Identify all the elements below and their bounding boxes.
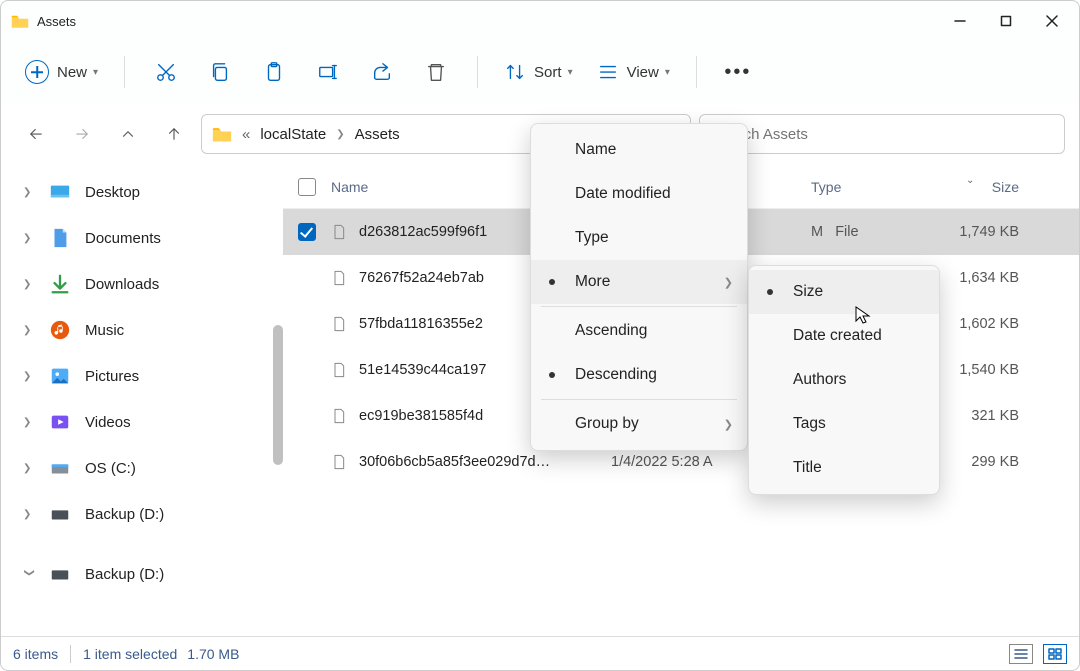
sidebar-item-os-c[interactable]: ❯OS (C:) (7, 445, 277, 491)
more-date-created[interactable]: Date created (749, 314, 939, 358)
sidebar-item-backup-d-2[interactable]: ❯Backup (D:) (7, 551, 277, 597)
sort-descending[interactable]: Descending (531, 353, 747, 397)
paste-button[interactable] (249, 50, 299, 94)
breadcrumb-prefix: « (242, 126, 250, 143)
more-size[interactable]: Size (749, 270, 939, 314)
separator (124, 56, 125, 88)
cut-button[interactable] (141, 50, 191, 94)
rename-button[interactable] (303, 50, 353, 94)
file-icon (331, 408, 347, 424)
more-authors[interactable]: Authors (749, 358, 939, 402)
view-details-toggle[interactable] (1009, 644, 1033, 664)
status-selected: 1 item selected (83, 646, 177, 662)
view-thumbnails-toggle[interactable] (1043, 644, 1067, 664)
rename-icon (317, 61, 339, 83)
chevron-right-icon: ❯ (724, 418, 733, 431)
toolbar: New ▾ Sort ▾ View ▾ ••• (1, 41, 1079, 103)
search-box[interactable] (699, 114, 1065, 154)
maximize-button[interactable] (983, 1, 1029, 41)
select-all-checkbox[interactable] (283, 178, 331, 196)
view-button[interactable]: View ▾ (587, 50, 680, 94)
chevron-down-icon: ▾ (665, 67, 670, 78)
menu-separator (541, 306, 737, 307)
sort-ascending[interactable]: Ascending (531, 309, 747, 353)
recent-button[interactable] (109, 115, 147, 153)
chevron-right-icon: ❯ (724, 276, 733, 289)
menu-separator (541, 399, 737, 400)
chevron-down-icon: ▾ (568, 67, 573, 78)
scissors-icon (155, 61, 177, 83)
sidebar-item-desktop[interactable]: ❯Desktop (7, 169, 277, 215)
separator (477, 56, 478, 88)
title-bar: Assets (1, 1, 1079, 41)
sidebar-item-pictures[interactable]: ❯Pictures (7, 353, 277, 399)
sort-more[interactable]: More❯ (531, 260, 747, 304)
column-type[interactable]: Type (811, 179, 926, 195)
file-icon (331, 362, 347, 378)
status-size: 1.70 MB (187, 646, 239, 662)
sort-more-submenu: Size Date created Authors Tags Title (748, 265, 940, 495)
separator (696, 56, 697, 88)
copy-icon (209, 61, 231, 83)
sort-icon (504, 61, 526, 83)
folder-icon (212, 126, 232, 142)
status-count: 6 items (13, 646, 58, 662)
more-tags[interactable]: Tags (749, 402, 939, 446)
chevron-right-icon: ❯ (336, 129, 344, 140)
delete-button[interactable] (411, 50, 461, 94)
search-input[interactable] (712, 126, 1052, 143)
column-size[interactable]: ⌄Size (926, 179, 1041, 195)
more-title[interactable]: Title (749, 446, 939, 490)
back-button[interactable] (17, 115, 55, 153)
share-button[interactable] (357, 50, 407, 94)
sort-type[interactable]: Type (531, 216, 747, 260)
sort-descending-icon: ⌄ (966, 175, 974, 186)
file-icon (331, 224, 347, 240)
sidebar-item-backup-d-1[interactable]: ❯Backup (D:) (7, 491, 277, 537)
close-button[interactable] (1029, 1, 1075, 41)
window-title: Assets (37, 14, 76, 29)
sidebar-item-music[interactable]: ❯Music (7, 307, 277, 353)
trash-icon (425, 61, 447, 83)
sidebar-item-documents[interactable]: ❯Documents (7, 215, 277, 261)
sort-group-by[interactable]: Group by❯ (531, 402, 747, 446)
folder-icon (11, 14, 29, 28)
status-bar: 6 items 1 item selected 1.70 MB (1, 636, 1079, 670)
sort-button[interactable]: Sort ▾ (494, 50, 583, 94)
row-checkbox[interactable] (298, 223, 316, 241)
share-icon (371, 61, 393, 83)
plus-circle-icon (25, 60, 49, 84)
up-button[interactable] (155, 115, 193, 153)
sort-menu: Name Date modified Type More❯ Ascending … (530, 123, 748, 451)
sidebar-scrollbar[interactable] (273, 325, 283, 465)
clipboard-icon (263, 61, 285, 83)
minimize-button[interactable] (937, 1, 983, 41)
sort-date-modified[interactable]: Date modified (531, 172, 747, 216)
new-button[interactable]: New ▾ (15, 50, 108, 94)
breadcrumb-part[interactable]: Assets (355, 126, 400, 143)
sidebar: ❯Desktop ❯Documents ❯Downloads ❯Music ❯P… (1, 165, 283, 638)
more-button[interactable]: ••• (713, 50, 763, 94)
forward-button[interactable] (63, 115, 101, 153)
list-icon (597, 61, 619, 83)
breadcrumb-part[interactable]: localState (260, 126, 326, 143)
sort-name[interactable]: Name (531, 128, 747, 172)
sidebar-item-videos[interactable]: ❯Videos (7, 399, 277, 445)
sidebar-item-downloads[interactable]: ❯Downloads (7, 261, 277, 307)
chevron-down-icon: ▾ (93, 67, 98, 78)
file-icon (331, 454, 347, 470)
file-icon (331, 270, 347, 286)
copy-button[interactable] (195, 50, 245, 94)
file-icon (331, 316, 347, 332)
